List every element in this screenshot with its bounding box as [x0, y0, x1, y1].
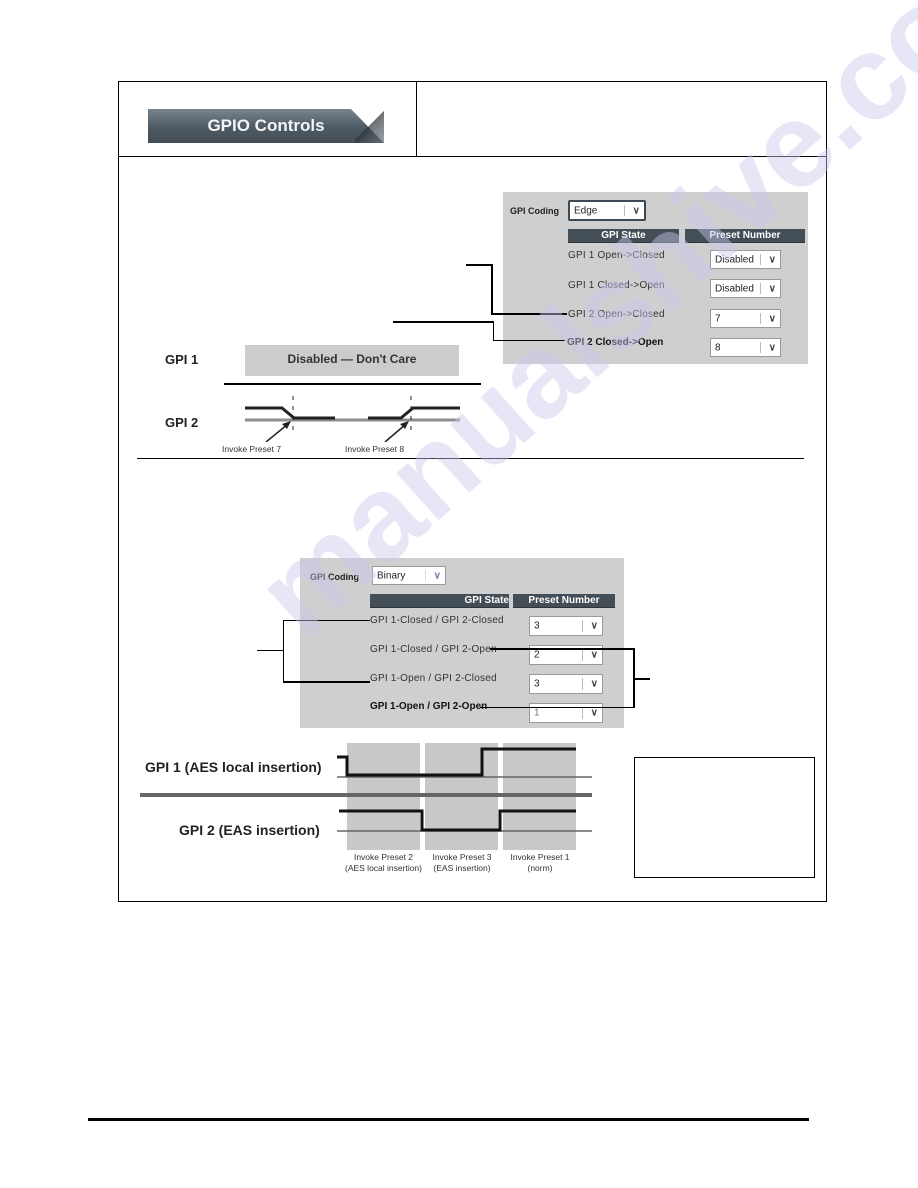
callout-line	[283, 681, 370, 683]
select-separator	[582, 707, 583, 719]
gpi2-trace	[339, 809, 576, 832]
state-label: GPI 2 Closed->Open	[567, 337, 664, 348]
signal-trace-2	[368, 406, 460, 420]
note-box	[634, 757, 815, 878]
chevron-down-icon: ∨	[768, 341, 776, 353]
state-label: GPI 1-Open / GPI 2-Open	[370, 701, 488, 712]
callout-line	[480, 707, 635, 708]
window-2-caption: Invoke Preset 3 (EAS insertion)	[421, 852, 503, 874]
preset-value: Disabled	[715, 283, 754, 294]
caption-line-2: (EAS insertion)	[433, 863, 491, 873]
footer-rule	[88, 1118, 809, 1121]
callout-line	[493, 340, 565, 341]
chevron-down-icon: ∨	[590, 649, 598, 661]
gpi-coding-select[interactable]: Edge ∨	[568, 200, 646, 221]
header-divider	[416, 81, 417, 157]
select-separator	[582, 620, 583, 632]
chevron-down-icon: ∨	[768, 282, 776, 294]
preset-select[interactable]: 1 ∨	[529, 703, 603, 723]
gpio-controls-tab[interactable]: GPIO Controls	[148, 109, 384, 143]
select-separator	[760, 313, 761, 324]
binary-waveforms	[140, 747, 592, 832]
gpi-coding-value: Edge	[574, 205, 598, 216]
state-label: GPI 1 Open->Closed	[568, 250, 665, 261]
gpi-coding-select[interactable]: Binary ∨	[372, 566, 446, 585]
col-gpi-state: GPI State	[568, 229, 679, 243]
select-separator	[760, 254, 761, 265]
preset-value: 8	[715, 342, 721, 353]
state-label: GPI 1 Closed->Open	[568, 280, 665, 291]
col-preset-number: Preset Number	[513, 594, 615, 608]
preset-value: 1	[534, 707, 540, 719]
select-separator	[425, 570, 426, 581]
select-separator	[624, 205, 625, 216]
preset-select[interactable]: Disabled ∨	[710, 279, 781, 298]
col-preset-number: Preset Number	[685, 229, 805, 243]
chevron-down-icon: ∨	[768, 253, 776, 265]
state-label: GPI 1-Closed / GPI 2-Closed	[370, 615, 504, 626]
select-separator	[582, 678, 583, 690]
tab-bevel	[355, 109, 384, 143]
caption-line-2: (norm)	[527, 863, 553, 873]
callout-line	[283, 620, 284, 682]
callout-line	[490, 648, 634, 650]
signal-trace-1	[245, 406, 335, 420]
select-separator	[582, 649, 583, 661]
chevron-down-icon: ∨	[590, 620, 598, 632]
state-label: GPI 1-Open / GPI 2-Closed	[370, 673, 497, 684]
gpi-coding-label: GPI Coding	[510, 206, 559, 216]
caption-line-1: Invoke Preset 2	[353, 852, 414, 862]
callout-line	[393, 321, 494, 323]
preset-select[interactable]: 3 ∨	[529, 616, 603, 636]
header-bottom-rule	[118, 156, 827, 157]
chevron-down-icon: ∨	[632, 204, 640, 216]
gpi2-label: GPI 2	[165, 415, 199, 430]
section-divider	[137, 458, 804, 459]
preset-value: 7	[715, 313, 721, 324]
preset-select[interactable]: 7 ∨	[710, 309, 781, 328]
chevron-down-icon: ∨	[590, 707, 598, 719]
callout-line	[491, 264, 493, 314]
callout-line	[257, 650, 284, 651]
gpi2-edge-waveform	[245, 396, 460, 442]
callout-line	[466, 264, 492, 266]
preset-select[interactable]: Disabled ∨	[710, 250, 781, 269]
gpi-coding-label: GPI Coding	[310, 572, 359, 582]
callout-line	[493, 321, 494, 341]
preset-value: Disabled	[715, 254, 754, 265]
preset-select[interactable]: 8 ∨	[710, 338, 781, 357]
callout-line	[283, 620, 370, 621]
preset-value: 3	[534, 678, 540, 690]
dont-care-text: Disabled — Don't Care	[287, 352, 417, 366]
window-1-caption: Invoke Preset 2 (AES local insertion)	[337, 852, 430, 874]
caption-line-1: Invoke Preset 1	[510, 852, 570, 862]
preset-select[interactable]: 3 ∨	[529, 674, 603, 694]
gpi-coding-value: Binary	[377, 570, 406, 581]
select-separator	[760, 342, 761, 353]
annotation-preset-8: Invoke Preset 8	[345, 444, 405, 454]
chevron-down-icon: ∨	[768, 312, 776, 324]
callout-line	[634, 678, 650, 680]
select-separator	[760, 283, 761, 294]
state-label: GPI 2 Open->Closed	[568, 309, 665, 320]
caption-line-2: (AES local insertion)	[344, 863, 422, 873]
callout-line	[491, 313, 567, 315]
window-3-caption: Invoke Preset 1 (norm)	[499, 852, 581, 874]
chevron-down-icon: ∨	[590, 678, 598, 690]
gpi1-trace	[337, 747, 576, 777]
col-gpi-state: GPI State	[370, 594, 509, 608]
gpi1-label: GPI 1	[165, 352, 199, 367]
gpi-divider	[224, 383, 481, 385]
preset-value: 2	[534, 649, 540, 661]
preset-value: 3	[534, 620, 540, 632]
chevron-down-icon: ∨	[433, 569, 441, 581]
state-label: GPI 1-Closed / GPI 2-Open	[370, 644, 497, 655]
caption-line-1: Invoke Preset 3	[432, 852, 492, 862]
annotation-preset-7: Invoke Preset 7	[222, 444, 282, 454]
